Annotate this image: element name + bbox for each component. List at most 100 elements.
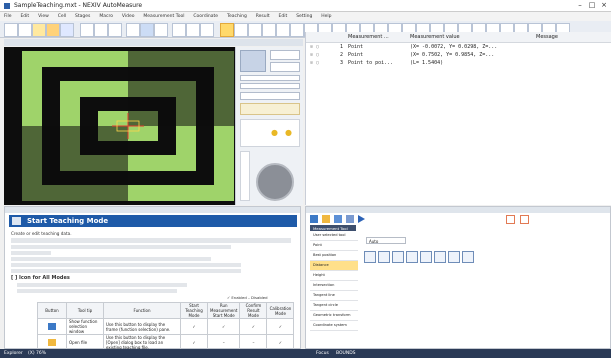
tool-icon[interactable] xyxy=(506,215,515,224)
menu-stages[interactable]: Stages xyxy=(75,14,90,19)
selection-dropdown[interactable] xyxy=(240,75,300,81)
col-run-measurement: Run Measurement Start Mode xyxy=(206,302,241,319)
menu-cell[interactable]: Cell xyxy=(58,14,66,19)
help-banner: Start Teaching Mode xyxy=(9,215,297,227)
arrow-buttons[interactable] xyxy=(270,50,300,60)
edge-tool-icon[interactable] xyxy=(434,251,446,263)
camera-image[interactable] xyxy=(4,47,235,205)
menu-edit-2[interactable]: Edit xyxy=(279,14,288,19)
tool-icon-4[interactable] xyxy=(276,23,290,37)
save-icon[interactable] xyxy=(334,215,342,223)
tool-list-item[interactable]: User selected tool xyxy=(310,231,358,241)
open-file-icon[interactable] xyxy=(46,23,60,37)
illumination-sliders[interactable]: ● ● xyxy=(240,119,300,147)
mode-dropdown[interactable] xyxy=(240,83,300,89)
joystick-control[interactable] xyxy=(256,163,294,201)
edge-tool-icon[interactable] xyxy=(448,251,460,263)
menu-edit[interactable]: Edit xyxy=(20,14,29,19)
edge-tool-icon[interactable] xyxy=(462,251,474,263)
table-row[interactable]: ⊙ ○ 1 Point (X= -0.0072, Y= 0.0298, Z=..… xyxy=(306,43,611,51)
row-tooltip: Show function selection window xyxy=(66,318,104,335)
teaching-panel: Measurement Tool Auto User selected tool… xyxy=(305,206,611,349)
cut-icon[interactable] xyxy=(80,23,94,37)
col-value: Measurement value xyxy=(410,34,460,40)
stage-icon[interactable] xyxy=(172,23,186,37)
auto-dropdown[interactable]: Auto xyxy=(366,237,406,244)
measurement-result-panel: Measurement ... Measurement value Messag… xyxy=(305,32,611,205)
tool-icon-1[interactable] xyxy=(234,23,248,37)
menu-view[interactable]: View xyxy=(38,14,49,19)
overview-thumbnail[interactable] xyxy=(240,50,266,72)
function-table: Button Tool tip Function Start Teaching … xyxy=(37,302,295,351)
help-intro: Create or edit teaching data. xyxy=(11,231,72,236)
table-row[interactable]: ⊙ ○ 3 Point to poi... (L= 1.5404) xyxy=(306,59,611,67)
edge-tool-icon[interactable] xyxy=(406,251,418,263)
col-message: Message xyxy=(536,34,558,40)
table-row[interactable]: ⊙ ○ 2 Point (X= 0.7502, Y= 0.9854, Z=... xyxy=(306,51,611,59)
teaching-mode-icon[interactable] xyxy=(220,23,234,37)
paste-icon[interactable] xyxy=(108,23,122,37)
menu-coordinate[interactable]: Coordinate xyxy=(193,14,218,19)
tool-list-item[interactable]: Distance xyxy=(310,261,358,271)
minimize-icon[interactable]: – xyxy=(574,1,586,10)
nav-buttons[interactable] xyxy=(270,62,300,72)
help-bullet-line xyxy=(11,257,211,261)
row-index: 1 xyxy=(340,44,344,50)
menu-help[interactable]: Help xyxy=(321,14,331,19)
focus-slider[interactable] xyxy=(240,151,250,201)
maximize-icon[interactable]: □ xyxy=(586,1,598,10)
tool-list-item[interactable]: Point xyxy=(310,241,358,251)
image-icon[interactable] xyxy=(140,23,154,37)
redo-icon[interactable] xyxy=(18,23,32,37)
close-icon[interactable]: × xyxy=(598,1,610,10)
tool-list-item[interactable]: Geometric transform xyxy=(310,311,358,321)
undo-icon[interactable] xyxy=(4,23,18,37)
tool-icon-5[interactable] xyxy=(290,23,304,37)
menu-teaching[interactable]: Teaching xyxy=(227,14,247,19)
tool-list-item[interactable]: Best position xyxy=(310,251,358,261)
frame-icon[interactable] xyxy=(310,215,318,223)
menu-macro[interactable]: Macro xyxy=(99,14,113,19)
result-table-header: Measurement ... Measurement value Messag… xyxy=(306,32,611,43)
save-icon[interactable] xyxy=(60,23,74,37)
copy-icon[interactable] xyxy=(94,23,108,37)
tool-list-item[interactable]: Coordinate system xyxy=(310,321,358,331)
row-icon: ⊙ ○ xyxy=(310,60,320,66)
tool-icon[interactable] xyxy=(520,215,529,224)
stage-control-panel: ● ● xyxy=(235,47,303,205)
section-heading: [ ] Icon for All Modes xyxy=(11,275,70,281)
list-icon[interactable] xyxy=(346,215,354,223)
edge-tool-icon[interactable] xyxy=(378,251,390,263)
open-icon[interactable] xyxy=(322,215,330,223)
image-pane-header xyxy=(4,39,303,46)
help-pane-header xyxy=(5,207,300,213)
edge-tool-icon[interactable] xyxy=(392,251,404,263)
light-controls[interactable] xyxy=(240,103,300,115)
col-function: Function xyxy=(103,302,181,319)
zoom-icon[interactable] xyxy=(154,23,168,37)
menu-measurement-tool[interactable]: Measurement Tool xyxy=(143,14,184,19)
edge-tool-icon[interactable] xyxy=(364,251,376,263)
tool-icon-3[interactable] xyxy=(262,23,276,37)
play-icon[interactable] xyxy=(358,215,365,223)
measure-icon[interactable] xyxy=(126,23,140,37)
target-icon[interactable] xyxy=(200,23,214,37)
row-value: (L= 1.5404) xyxy=(410,60,444,66)
tool-list-item[interactable]: Tangent circle xyxy=(310,301,358,311)
detect-settings[interactable] xyxy=(240,92,300,100)
row-name: Point xyxy=(348,44,364,50)
menu-setting[interactable]: Setting xyxy=(296,14,312,19)
col-start-teaching: Start Teaching Mode xyxy=(180,302,208,319)
tool-list-item[interactable]: Intersection xyxy=(310,281,358,291)
menu-result[interactable]: Result xyxy=(256,14,270,19)
grid-icon[interactable] xyxy=(186,23,200,37)
tool-list-item[interactable]: Height xyxy=(310,271,358,281)
tool-list-item[interactable]: Tangent line xyxy=(310,291,358,301)
tool-icon-2[interactable] xyxy=(248,23,262,37)
teaching-panel-header xyxy=(306,207,610,213)
edge-tool-icon[interactable] xyxy=(420,251,432,263)
new-file-icon[interactable] xyxy=(32,23,46,37)
help-icon xyxy=(12,217,21,225)
menu-file[interactable]: File xyxy=(4,14,12,19)
menu-video[interactable]: Video xyxy=(122,14,135,19)
